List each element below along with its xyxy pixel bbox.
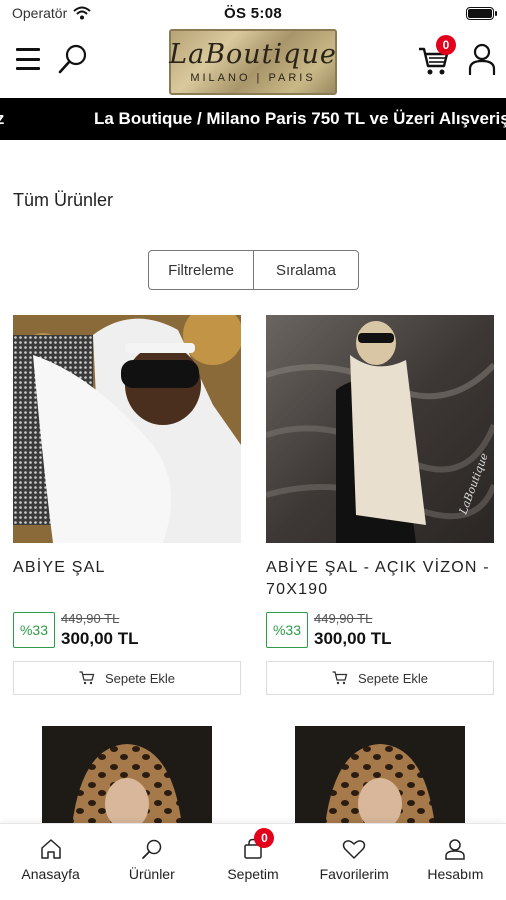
discount-badge: %33 [266, 612, 308, 648]
bottom-tab-bar: Anasayfa Ürünler Sepetim 0 Favorilerim H… [0, 823, 506, 900]
price-row: %33 449,90 TL 300,00 TL [266, 611, 392, 649]
user-icon[interactable] [468, 42, 496, 76]
tab-cart[interactable]: Sepetim 0 [202, 824, 303, 900]
home-icon [40, 839, 61, 859]
heart-icon [342, 840, 366, 859]
promo-text-fragment: retsiz [0, 109, 5, 128]
app-header: LaBoutique MILANO | PARIS 0 [0, 26, 506, 98]
tab-home[interactable]: Anasayfa [0, 824, 101, 900]
page-title: Tüm Ürünler [13, 190, 114, 210]
product-image[interactable] [13, 315, 241, 543]
product-image[interactable] [295, 726, 465, 826]
product-name[interactable]: ABİYE ŞAL - AÇIK VİZON - 70X190 [266, 557, 494, 603]
logo-script: LaBoutique [169, 38, 337, 70]
current-price: 300,00 TL [61, 629, 139, 648]
filter-button[interactable]: Filtreleme [149, 251, 254, 289]
brand-logo[interactable]: LaBoutique MILANO | PARIS [169, 29, 337, 95]
add-to-cart-button[interactable]: Sepete Ekle [266, 661, 494, 695]
tab-account[interactable]: Hesabım [405, 824, 506, 900]
discount-badge: %33 [13, 612, 55, 648]
tab-label: Ürünler [128, 866, 175, 882]
old-price: 449,90 TL [314, 611, 373, 626]
tab-label: Sepetim [227, 866, 279, 882]
cart-count-badge: 0 [254, 828, 275, 848]
add-to-cart-label: Sepete Ekle [104, 670, 176, 686]
promo-banner: retsiz La Boutique / Milano Paris 750 TL… [0, 98, 506, 140]
product-card[interactable]: LaBoutique ABİYE ŞAL - AÇIK VİZON - 70X1… [266, 315, 494, 695]
clock: ÖS 5:08 [224, 4, 282, 22]
tab-favorites[interactable]: Favorilerim [304, 824, 405, 900]
sort-button[interactable]: Sıralama [254, 251, 358, 289]
product-card[interactable]: ABİYE ŞAL %33 449,90 TL 300,00 TL Sepete… [13, 315, 241, 695]
tab-label: Hesabım [427, 866, 484, 882]
old-price: 449,90 TL [61, 611, 120, 626]
tab-products[interactable]: Ürünler [101, 824, 202, 900]
product-name[interactable]: ABİYE ŞAL [13, 557, 241, 603]
promo-text: La Boutique / Milano Paris 750 TL ve Üze… [94, 109, 506, 128]
search-icon [141, 839, 162, 859]
cart-icon [332, 671, 348, 685]
price-row: %33 449,90 TL 300,00 TL [13, 611, 139, 649]
add-to-cart-label: Sepete Ekle [357, 670, 429, 686]
battery-icon [466, 6, 497, 20]
status-bar: Operatör ÖS 5:08 [0, 0, 506, 26]
cart-count-badge: 0 [436, 35, 456, 55]
tab-label: Anasayfa [21, 866, 80, 882]
cart-icon [79, 671, 95, 685]
product-image[interactable]: LaBoutique [266, 315, 494, 543]
current-price: 300,00 TL [314, 629, 392, 648]
product-image[interactable] [42, 726, 212, 826]
user-icon [445, 839, 466, 860]
menu-icon[interactable] [16, 48, 40, 70]
filter-sort-bar: Filtreleme Sıralama [148, 250, 359, 290]
logo-subtitle: MILANO | PARIS [190, 71, 316, 84]
search-icon[interactable] [56, 42, 90, 76]
add-to-cart-button[interactable]: Sepete Ekle [13, 661, 241, 695]
tab-label: Favorilerim [319, 866, 389, 882]
